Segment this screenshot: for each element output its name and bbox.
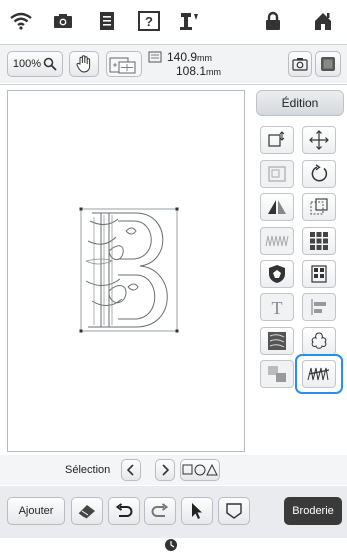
cursor-icon	[192, 503, 202, 519]
stitch-icon	[307, 367, 330, 381]
align-icon	[311, 299, 326, 315]
wifi-icon[interactable]	[10, 10, 32, 32]
screen-icon	[321, 57, 335, 71]
text-icon: T	[272, 298, 283, 317]
frame-select-button[interactable]	[106, 51, 142, 77]
rotate-button[interactable]	[302, 160, 336, 188]
border-button[interactable]	[260, 260, 294, 288]
array-grid-icon	[310, 232, 328, 250]
array-button[interactable]	[302, 227, 336, 255]
help-icon[interactable]: ?	[138, 10, 160, 32]
frame-button[interactable]	[218, 497, 250, 525]
delete-button[interactable]	[71, 497, 103, 525]
machine-indicator-icon	[164, 538, 180, 552]
add-button[interactable]: Ajouter	[7, 497, 65, 525]
document-icon[interactable]	[96, 10, 118, 32]
height-value: 108.1	[176, 64, 207, 78]
color-shuffle-button[interactable]	[302, 260, 336, 288]
divider	[0, 84, 347, 85]
density-icon	[265, 235, 289, 247]
move-arrows-icon	[309, 130, 329, 150]
flower-outline-icon	[311, 332, 327, 349]
svg-text:T: T	[272, 298, 283, 317]
redo-icon	[151, 503, 169, 517]
add-label: Ajouter	[18, 505, 54, 517]
top-bar: ?	[0, 0, 347, 44]
select-button[interactable]	[181, 497, 213, 525]
height-readout: 108.1mm	[176, 64, 221, 78]
next-button[interactable]	[155, 459, 175, 481]
duplicate-icon	[310, 198, 328, 215]
camera-small-icon	[292, 58, 308, 71]
outline-button[interactable]	[302, 327, 336, 355]
previous-button[interactable]	[121, 459, 141, 481]
svg-text:?: ?	[145, 14, 153, 29]
embroidery-button[interactable]: Broderie	[284, 497, 342, 525]
redo-button[interactable]	[144, 497, 176, 525]
palette-grid-icon	[311, 265, 327, 283]
height-unit: mm	[206, 67, 222, 77]
group-button[interactable]	[260, 160, 294, 188]
size-icon	[148, 51, 166, 65]
hand-icon	[76, 55, 91, 73]
text-edit-button[interactable]: T	[260, 293, 294, 321]
width-readout: 140.9mm	[167, 50, 212, 64]
mirror-button[interactable]	[260, 193, 294, 221]
thread-icon[interactable]	[178, 10, 200, 32]
camera-icon[interactable]	[52, 10, 74, 32]
lock-icon[interactable]	[262, 10, 284, 32]
hoop-icon	[226, 503, 242, 519]
embroidery-canvas[interactable]: B	[7, 90, 245, 452]
shield-icon	[269, 265, 285, 283]
align-button[interactable]	[302, 293, 336, 321]
connect-button[interactable]	[260, 360, 294, 388]
duplicate-button[interactable]	[302, 193, 336, 221]
group-icon	[268, 166, 286, 182]
stipple-button[interactable]	[260, 327, 294, 355]
undo-icon	[115, 503, 133, 517]
width-unit: mm	[197, 53, 213, 63]
magnifier-icon	[43, 57, 57, 71]
chevron-left-icon	[126, 464, 134, 476]
hand-pan-button[interactable]	[69, 51, 99, 77]
undo-button[interactable]	[108, 497, 140, 525]
connect-icon	[268, 366, 286, 382]
tool-row: 100% 140.9mm 108.1mm	[0, 45, 347, 83]
eraser-icon	[78, 505, 95, 519]
width-value: 140.9	[167, 50, 198, 64]
rotate-icon	[311, 164, 328, 182]
multi-select-button[interactable]	[180, 459, 220, 481]
home-icon[interactable]	[312, 10, 334, 32]
embroidery-pattern	[79, 207, 179, 333]
camera-button[interactable]	[288, 51, 312, 77]
density-button[interactable]	[260, 227, 294, 255]
stitch-edit-button[interactable]	[302, 360, 336, 388]
resize-icon	[268, 131, 285, 147]
zoom-label: 100%	[12, 58, 42, 70]
frame-icon	[109, 57, 136, 74]
tab-edition[interactable]: Édition	[256, 90, 344, 116]
embroidery-label: Broderie	[292, 505, 334, 517]
selection-label: Sélection	[65, 464, 111, 476]
mirror-icon	[268, 200, 286, 214]
stipple-icon	[268, 332, 286, 350]
bottom-bar: Ajouter Broderie	[0, 486, 347, 538]
selection-row: Sélection	[0, 455, 347, 485]
background-button[interactable]	[315, 51, 341, 77]
move-button[interactable]	[302, 126, 336, 154]
shapes-icon	[182, 464, 218, 476]
chevron-right-icon	[162, 464, 170, 476]
resize-button[interactable]	[260, 126, 294, 154]
zoom-button[interactable]: 100%	[7, 51, 63, 77]
